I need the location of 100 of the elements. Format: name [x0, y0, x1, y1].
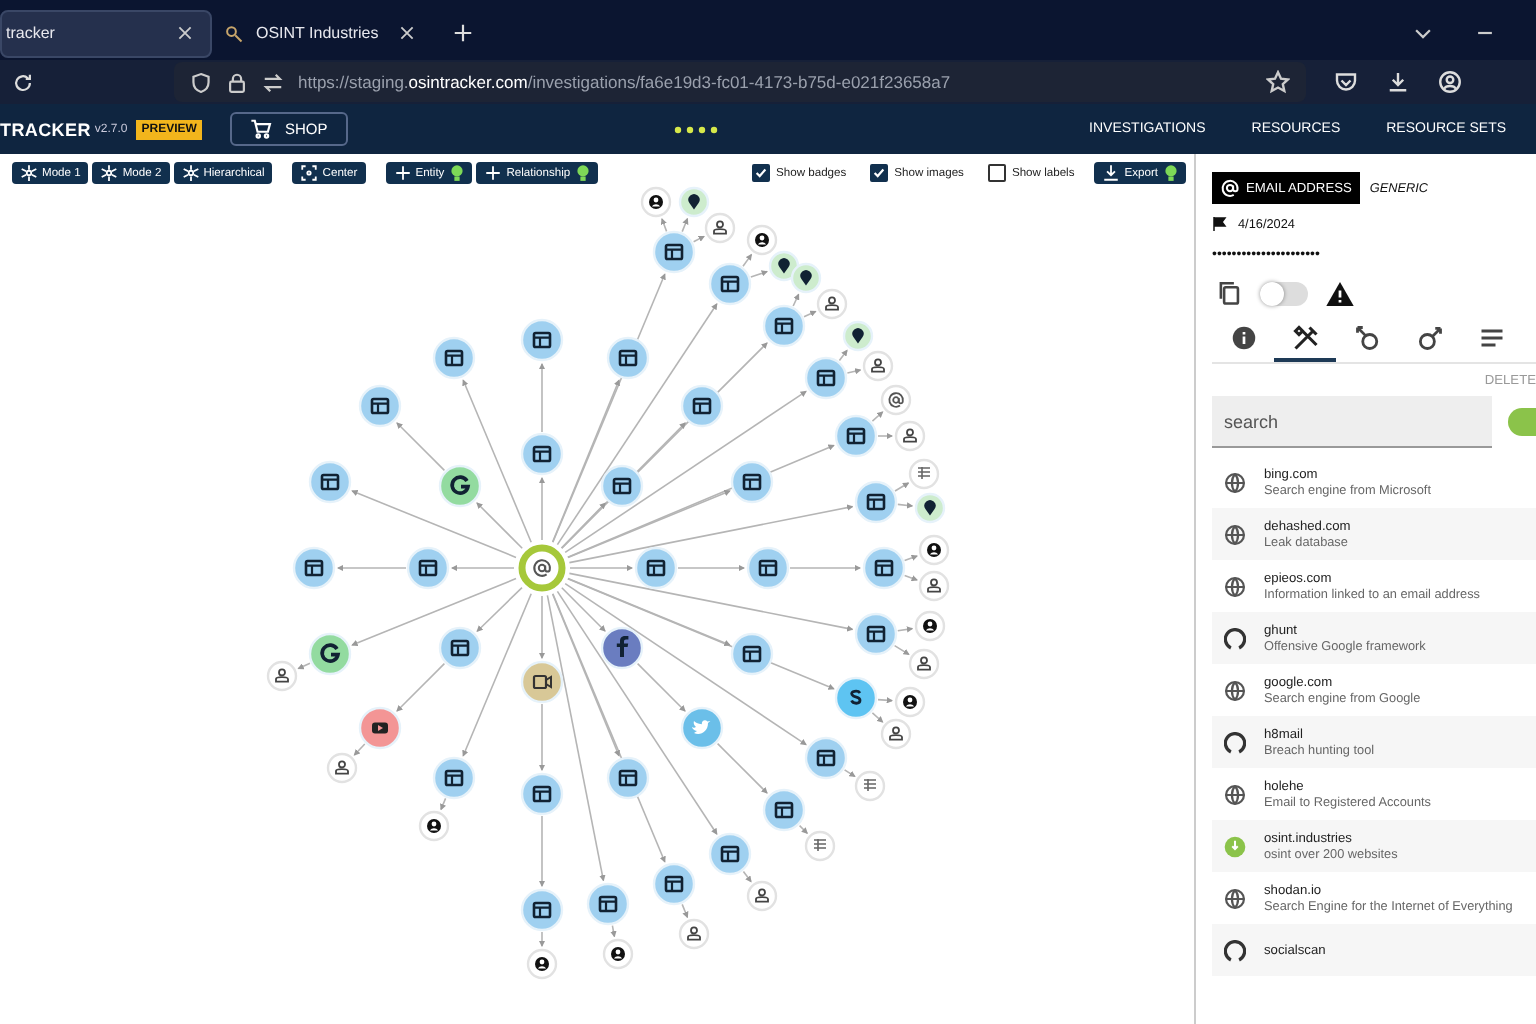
- pin-node-icon[interactable]: [678, 186, 710, 218]
- website-node-icon[interactable]: [730, 632, 774, 676]
- at-sign-node-icon[interactable]: [880, 384, 912, 416]
- facebook-node-icon[interactable]: [600, 626, 644, 670]
- close-icon[interactable]: [176, 24, 194, 42]
- shield-icon[interactable]: [190, 71, 212, 93]
- pocket-icon[interactable]: [1334, 70, 1358, 94]
- website-node-icon[interactable]: [634, 546, 678, 590]
- website-node-icon[interactable]: [862, 546, 906, 590]
- info-icon: [1231, 326, 1255, 350]
- website-node-icon[interactable]: [804, 356, 848, 400]
- person-node-icon[interactable]: [640, 186, 672, 218]
- website-node-icon[interactable]: [600, 464, 644, 508]
- website-node-icon[interactable]: [358, 384, 402, 428]
- website-node-icon[interactable]: [520, 888, 564, 932]
- person-node-icon[interactable]: [894, 686, 926, 718]
- grid-node-icon[interactable]: [854, 770, 886, 802]
- person-node-icon[interactable]: [914, 610, 946, 642]
- reload-icon[interactable]: [12, 71, 34, 93]
- email-node-icon[interactable]: [518, 544, 566, 592]
- user-node-icon[interactable]: [862, 350, 894, 382]
- website-node-icon[interactable]: [652, 230, 696, 274]
- website-node-icon[interactable]: [520, 432, 564, 476]
- connector-arrow: [336, 564, 407, 572]
- checkbox[interactable]: [752, 164, 771, 182]
- checkbox[interactable]: [987, 164, 1006, 182]
- dots-icon[interactable]: [673, 125, 718, 133]
- connector-arrow: [538, 362, 546, 433]
- website-node-icon[interactable]: [292, 546, 336, 590]
- bird-node-icon[interactable]: [680, 706, 724, 750]
- website-node-icon[interactable]: [708, 832, 752, 876]
- website-node-icon[interactable]: [652, 862, 696, 906]
- user-node-icon[interactable]: [894, 420, 926, 452]
- website-node-icon[interactable]: [586, 882, 630, 926]
- user-node-icon[interactable]: [704, 212, 736, 244]
- website-node-icon[interactable]: [746, 546, 790, 590]
- user-node-icon[interactable]: [678, 918, 710, 950]
- address-field[interactable]: https://staging.osintracker.com/investigations/fa6e19d3-fc01-4173-b75d-e021f23658a7: [174, 62, 1306, 102]
- connector-arrow: [538, 931, 546, 948]
- website-node-icon[interactable]: [854, 480, 898, 524]
- person-node-icon[interactable]: [418, 810, 450, 842]
- download-icon[interactable]: [1386, 70, 1410, 94]
- globe-icon: [1224, 783, 1246, 805]
- copy-icon[interactable]: [1216, 280, 1242, 306]
- user-node-icon[interactable]: [746, 880, 778, 912]
- user-node-icon[interactable]: [816, 288, 848, 320]
- website-node-icon[interactable]: [606, 756, 650, 800]
- website-node-icon[interactable]: [438, 626, 482, 670]
- globe-icon: [1224, 523, 1246, 545]
- play-node-icon[interactable]: [358, 706, 402, 750]
- browser-tab[interactable]: OSINT Industries: [220, 9, 432, 57]
- swap-icon[interactable]: [262, 71, 284, 93]
- website-node-icon[interactable]: [834, 414, 878, 458]
- website-node-icon[interactable]: [520, 318, 564, 362]
- pin-node-icon[interactable]: [768, 250, 800, 282]
- new-tab-icon[interactable]: [452, 22, 474, 44]
- user-node-icon[interactable]: [908, 648, 940, 680]
- website-node-icon[interactable]: [406, 546, 450, 590]
- website-node-icon[interactable]: [854, 612, 898, 656]
- circle-arrow-icon: [1353, 324, 1381, 352]
- google-node-icon[interactable]: [438, 464, 482, 508]
- account-icon[interactable]: [1438, 70, 1462, 94]
- lock-icon[interactable]: [226, 71, 248, 93]
- user-node-icon[interactable]: [880, 718, 912, 750]
- globe-icon: [1224, 471, 1246, 493]
- person-node-icon[interactable]: [602, 938, 634, 970]
- pin-node-icon[interactable]: [842, 320, 874, 352]
- website-node-icon[interactable]: [680, 384, 724, 428]
- website-node-icon[interactable]: [762, 304, 806, 348]
- user-node-icon[interactable]: [266, 660, 298, 692]
- website-node-icon[interactable]: [432, 756, 476, 800]
- checkbox[interactable]: [870, 164, 889, 182]
- website-node-icon[interactable]: [762, 788, 806, 832]
- video-node-icon[interactable]: [520, 660, 564, 704]
- website-node-icon[interactable]: [804, 736, 848, 780]
- skype-node-icon[interactable]: [834, 676, 878, 720]
- website-node-icon[interactable]: [730, 460, 774, 504]
- person-node-icon[interactable]: [746, 224, 778, 256]
- app-logo[interactable]: TRACKER: [0, 119, 91, 139]
- person-node-icon[interactable]: [918, 534, 950, 566]
- toggle-switch[interactable]: [1508, 408, 1536, 436]
- website-node-icon[interactable]: [308, 460, 352, 504]
- search-field[interactable]: search: [1212, 396, 1492, 448]
- pin-node-icon[interactable]: [790, 262, 822, 294]
- google-node-icon[interactable]: [308, 632, 352, 676]
- browser-tab[interactable]: tracker: [0, 9, 212, 57]
- website-node-icon[interactable]: [708, 262, 752, 306]
- close-icon[interactable]: [398, 24, 416, 42]
- website-node-icon[interactable]: [606, 336, 650, 380]
- pin-node-icon[interactable]: [914, 492, 946, 524]
- user-node-icon[interactable]: [326, 752, 358, 784]
- star-icon[interactable]: [1266, 70, 1290, 94]
- globe-icon: [1224, 679, 1246, 701]
- grid-node-icon[interactable]: [908, 458, 940, 490]
- person-node-icon[interactable]: [526, 948, 558, 980]
- website-node-icon[interactable]: [432, 336, 476, 380]
- grid-node-icon[interactable]: [804, 830, 836, 862]
- website-node-icon[interactable]: [520, 772, 564, 816]
- user-node-icon[interactable]: [918, 570, 950, 602]
- toggle-switch[interactable]: [1260, 281, 1308, 305]
